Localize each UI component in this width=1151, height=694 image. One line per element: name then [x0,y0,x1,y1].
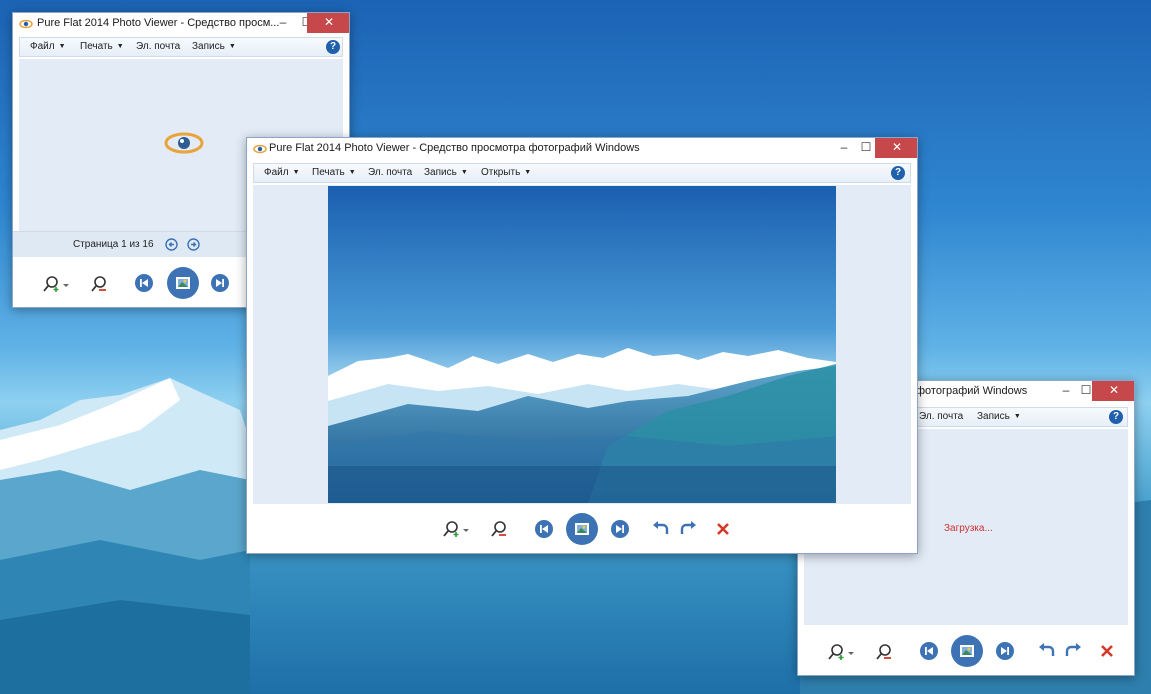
zoom-in-icon[interactable] [443,520,471,538]
title-bar[interactable]: Pure Flat 2014 Photo Viewer - Средство п… [13,13,349,35]
slideshow-icon[interactable] [167,267,199,299]
loading-text: Загрузка... [944,523,993,534]
window-title: фотографий Windows [916,385,1028,397]
zoom-out-icon[interactable] [874,643,894,661]
title-bar[interactable]: Pure Flat 2014 Photo Viewer - Средство п… [247,138,917,160]
previous-icon[interactable] [535,520,553,538]
help-icon[interactable]: ? [891,166,905,180]
help-icon[interactable]: ? [326,40,340,54]
page-status: Страница 1 из 16 [73,239,154,250]
help-icon[interactable]: ? [1109,410,1123,424]
eye-icon [164,132,204,154]
menu-print[interactable]: Печать ▼ [312,167,356,178]
delete-icon[interactable] [1100,644,1114,658]
page-prev-icon[interactable] [165,238,178,251]
slideshow-icon[interactable] [951,635,983,667]
previous-icon[interactable] [920,642,938,660]
menu-burn[interactable]: Запись ▼ [977,411,1021,422]
photo-viewer-window-2: Pure Flat 2014 Photo Viewer - Средство п… [246,137,918,554]
menu-email[interactable]: Эл. почта [368,167,412,178]
viewer-toolbar [247,504,917,553]
rotate-right-icon[interactable] [1064,643,1082,659]
close-button[interactable]: ✕ [875,138,917,158]
rotate-right-icon[interactable] [679,521,697,537]
menu-open[interactable]: Открыть ▼ [481,167,531,178]
menu-file[interactable]: Файл ▼ [264,167,300,178]
slideshow-icon[interactable] [566,513,598,545]
menu-burn[interactable]: Запись ▼ [424,167,468,178]
rotate-left-icon[interactable] [1038,643,1056,659]
close-button[interactable]: ✕ [307,13,349,33]
menu-burn[interactable]: Запись ▼ [192,41,236,52]
zoom-out-icon[interactable] [89,275,109,293]
menu-print[interactable]: Печать ▼ [80,41,124,52]
menu-bar: Файл ▼ Печать ▼ Эл. почта Запись ▼ ? [19,37,343,57]
previous-icon[interactable] [135,274,153,292]
window-title: Pure Flat 2014 Photo Viewer - Средство п… [269,142,640,154]
zoom-out-icon[interactable] [489,520,509,538]
next-icon[interactable] [996,642,1014,660]
eye-icon [19,19,33,29]
window-title: Pure Flat 2014 Photo Viewer - Средство п… [37,17,280,29]
zoom-in-icon[interactable] [43,275,71,293]
menu-email[interactable]: Эл. почта [136,41,180,52]
eye-icon [253,144,267,154]
next-icon[interactable] [611,520,629,538]
delete-icon[interactable] [716,522,730,536]
photo-display [328,186,836,503]
menu-email[interactable]: Эл. почта [919,411,963,422]
viewer-toolbar [798,627,1134,675]
menu-file[interactable]: Файл ▼ [30,41,66,52]
page-next-icon[interactable] [187,238,200,251]
image-area [253,185,911,504]
next-icon[interactable] [211,274,229,292]
close-button[interactable]: ✕ [1092,381,1134,401]
rotate-left-icon[interactable] [652,521,670,537]
zoom-in-icon[interactable] [828,643,856,661]
menu-bar: Файл ▼ Печать ▼ Эл. почта Запись ▼ Открыть ▼… [253,163,911,183]
